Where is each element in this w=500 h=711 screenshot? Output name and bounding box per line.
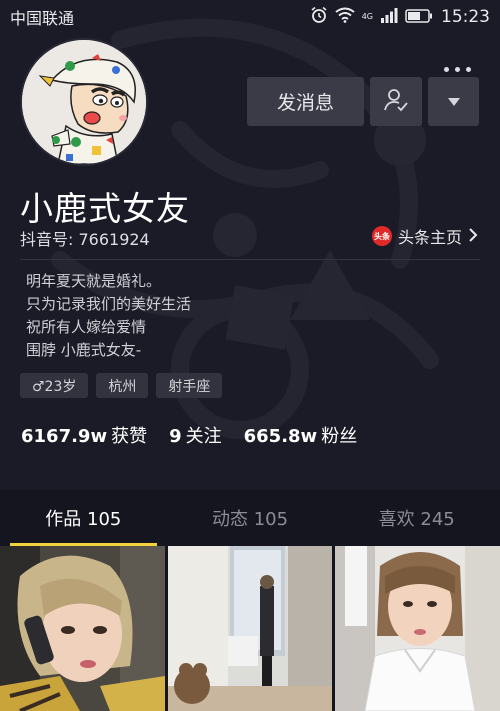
more-options-button[interactable] — [444, 62, 478, 76]
stat-followers[interactable]: 665.8w 粉丝 — [244, 422, 358, 448]
stat-likes[interactable]: 6167.9w 获赞 — [21, 422, 147, 448]
profile-name: 小鹿式女友 — [20, 189, 190, 228]
bio-line: 祝所有人嫁给爱情 — [26, 318, 147, 336]
signal-icon — [380, 7, 398, 27]
toutiao-logo-icon: 头条 — [371, 226, 392, 246]
tab-moments[interactable]: 动态 105 — [167, 490, 334, 546]
content-tabs: 作品 105 动态 105 喜欢 245 — [0, 490, 500, 546]
stat-value: 9 — [169, 426, 182, 447]
wifi-icon — [335, 7, 355, 27]
user-check-icon — [383, 87, 409, 117]
bio-line: 只为记录我们的美好生活 — [26, 295, 192, 313]
bio-line: 围脖 小鹿式女友- — [26, 341, 142, 359]
tag-zodiac: 射手座 — [156, 373, 223, 398]
chevron-right-icon — [468, 227, 478, 246]
tab-likes[interactable]: 喜欢 245 — [333, 490, 500, 546]
video-thumbnail[interactable] — [0, 546, 165, 711]
divider — [20, 259, 480, 260]
more-dot-icon — [444, 66, 449, 72]
caret-down-icon — [447, 92, 461, 111]
stat-label: 关注 — [185, 426, 222, 447]
toutiao-homepage-label: 头条主页 — [397, 228, 462, 247]
more-dropdown-button[interactable] — [428, 77, 479, 126]
stat-following[interactable]: 9 关注 — [169, 422, 222, 448]
toutiao-homepage-link[interactable]: 头条 头条主页 — [371, 224, 478, 248]
video-grid — [0, 546, 500, 711]
tag-gender-age: ♂23岁 — [20, 373, 89, 398]
more-dot-icon — [466, 66, 471, 72]
douyin-id: 抖音号: 7661924 — [20, 230, 150, 249]
battery-icon — [405, 8, 433, 27]
profile-bio: 明年夏天就是婚礼。 只为记录我们的美好生活 祝所有人嫁给爱情 围脖 小鹿式女友- — [26, 270, 191, 362]
status-bar: 中国联通 4G 15:23 — [0, 0, 500, 34]
network-type-label: 4G — [361, 12, 373, 21]
bio-line: 明年夏天就是婚礼。 — [26, 272, 162, 290]
carrier-label: 中国联通 — [10, 9, 75, 28]
profile-tags: ♂23岁 杭州 射手座 — [20, 373, 223, 398]
stat-value: 665.8w — [243, 426, 318, 447]
stat-label: 获赞 — [111, 426, 148, 447]
alarm-icon — [310, 6, 328, 28]
profile-stats: 6167.9w 获赞 9 关注 665.8w 粉丝 — [21, 422, 357, 448]
video-thumbnail[interactable] — [335, 546, 500, 711]
video-thumbnail[interactable] — [167, 546, 333, 711]
clock: 15:23 — [441, 7, 490, 27]
more-dot-icon — [455, 66, 460, 72]
follow-user-button[interactable] — [370, 77, 422, 126]
send-message-button[interactable]: 发消息 — [247, 77, 364, 126]
stat-label: 粉丝 — [321, 426, 358, 447]
stat-value: 6167.9w — [21, 426, 108, 447]
avatar[interactable] — [20, 38, 148, 166]
tag-city: 杭州 — [96, 373, 149, 398]
tab-works[interactable]: 作品 105 — [0, 490, 167, 546]
